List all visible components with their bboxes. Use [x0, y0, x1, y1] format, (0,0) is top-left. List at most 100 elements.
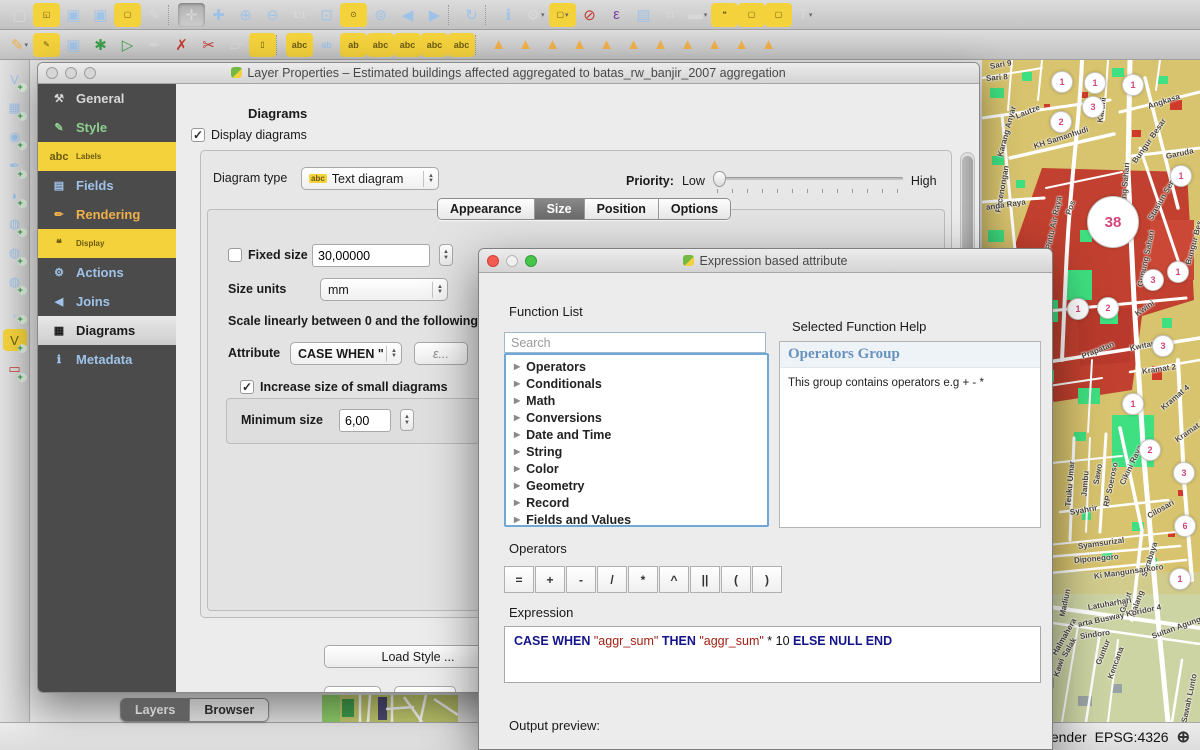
add-postgis-layer[interactable]: ◉ — [3, 126, 27, 148]
minimum-size-input[interactable] — [339, 409, 391, 432]
add-raster-layer[interactable]: ▦ — [3, 97, 27, 119]
zoom-in[interactable]: ⊕ — [232, 3, 259, 27]
field-calculator[interactable]: ε — [603, 3, 630, 27]
chevron-right-icon[interactable]: ▶ — [514, 447, 520, 456]
size-units-dropdown[interactable]: mm ▲▼ — [320, 278, 448, 301]
new-shapefile-layer[interactable]: V — [3, 329, 27, 351]
zoom-to-layer[interactable]: ⊚ — [367, 3, 394, 27]
diagram-tab[interactable]: Options — [659, 199, 730, 219]
open-project[interactable]: ◱ — [33, 3, 60, 27]
toolbar-button[interactable] — [276, 35, 286, 55]
inasafe-keywords[interactable]: ▲ — [512, 33, 539, 57]
attribute-table[interactable]: ▤ — [630, 3, 657, 27]
new-project[interactable]: ▢ — [6, 3, 33, 27]
priority-slider[interactable] — [713, 171, 903, 191]
remove-layer[interactable]: ▭ — [3, 358, 27, 380]
chevron-right-icon[interactable]: ▶ — [514, 498, 520, 507]
chevron-right-icon[interactable]: ▶ — [514, 413, 520, 422]
tab-browser[interactable]: Browser — [190, 699, 268, 721]
toolbar-button[interactable] — [485, 5, 495, 25]
expression-builder-button[interactable]: ε... — [414, 342, 468, 365]
lp-titlebar[interactable]: Layer Properties – Estimated buildings a… — [38, 63, 979, 84]
copy-features[interactable]: ▱ — [222, 33, 249, 57]
operator-button[interactable]: ^ — [659, 566, 689, 593]
composer-manager[interactable]: ✎ — [141, 3, 168, 27]
pan-map[interactable]: ✛ — [178, 3, 205, 27]
add-vector-layer[interactable]: V — [3, 68, 27, 90]
slider-thumb[interactable] — [713, 171, 726, 187]
operator-button[interactable]: + — [535, 566, 565, 593]
chevron-right-icon[interactable]: ▶ — [514, 515, 520, 524]
display-diagrams-checkbox[interactable]: ✓ — [191, 128, 205, 142]
label-change[interactable]: abc — [448, 33, 475, 57]
function-group[interactable]: ▶ Fields and Values — [506, 511, 767, 527]
function-group[interactable]: ▶ Math — [506, 392, 767, 409]
refresh-map[interactable]: ↻ — [458, 3, 485, 27]
current-edits[interactable]: ✎ — [6, 33, 33, 57]
function-group[interactable]: ▶ Conditionals — [506, 375, 767, 392]
sidebar-item[interactable]: ⚙ Actions — [38, 258, 176, 287]
new-bookmark[interactable]: ▢ — [738, 3, 765, 27]
sidebar-item[interactable]: ✏ Rendering — [38, 200, 176, 229]
delete-selected[interactable]: ✗ — [168, 33, 195, 57]
node-tool[interactable]: ✒ — [141, 33, 168, 57]
diagram-tab[interactable]: Position — [585, 199, 659, 219]
add-wfs-layer[interactable]: ◍ — [3, 271, 27, 293]
operator-button[interactable]: ( — [721, 566, 751, 593]
identify-features[interactable]: ℹ — [495, 3, 522, 27]
zoom-next[interactable]: ▶ — [421, 3, 448, 27]
text-annotation[interactable]: T — [792, 3, 819, 27]
operator-button[interactable]: * — [628, 566, 658, 593]
search-input[interactable] — [504, 332, 766, 353]
zoom-out[interactable]: ⊖ — [259, 3, 286, 27]
add-delimited-text-layer[interactable]: , — [3, 300, 27, 322]
map-canvas-sliver[interactable] — [322, 695, 458, 722]
operator-button[interactable]: - — [566, 566, 596, 593]
diagram-tab[interactable]: Appearance — [438, 199, 535, 219]
function-group[interactable]: ▶ Date and Time — [506, 426, 767, 443]
function-group[interactable]: ▶ Record — [506, 494, 767, 511]
minimum-size-stepper[interactable]: ▲▼ — [400, 409, 414, 431]
chevron-right-icon[interactable]: ▶ — [514, 464, 520, 473]
measure[interactable]: ▬ — [684, 3, 711, 27]
label-move[interactable]: abc — [394, 33, 421, 57]
sidebar-item[interactable]: ❝ Display — [38, 229, 176, 258]
inasafe-tools[interactable]: ▲ — [755, 33, 782, 57]
operator-button[interactable]: ) — [752, 566, 782, 593]
sidebar-item[interactable]: ✎ Style — [38, 113, 176, 142]
inasafe-user[interactable]: ▲ — [620, 33, 647, 57]
diagram-tab[interactable]: Size — [535, 199, 585, 219]
label-diagram[interactable]: ab — [313, 33, 340, 57]
add-wms-layer[interactable]: ◍ — [3, 213, 27, 235]
function-group[interactable]: ▶ Color — [506, 460, 767, 477]
tab-layers[interactable]: Layers — [121, 699, 190, 721]
statistical-summary[interactable]: ⌗ — [657, 3, 684, 27]
zoom-to-selection[interactable]: ⊙ — [340, 3, 367, 27]
function-group[interactable]: ▶ Conversions — [506, 409, 767, 426]
label-properties[interactable]: abc — [286, 33, 313, 57]
move-feature[interactable]: ▷ — [114, 33, 141, 57]
inasafe-options[interactable]: ▲ — [566, 33, 593, 57]
sidebar-item[interactable]: ▦ Diagrams — [38, 316, 176, 345]
add-mssql-layer[interactable]: ◗ — [3, 184, 27, 206]
inasafe-dock[interactable]: ▲ — [485, 33, 512, 57]
operator-button[interactable]: / — [597, 566, 627, 593]
sidebar-item[interactable]: ℹ Metadata — [38, 345, 176, 374]
save-project-as[interactable]: ▣ — [87, 3, 114, 27]
inasafe-converter[interactable]: ▲ — [647, 33, 674, 57]
map-tips[interactable]: ❝ — [711, 3, 738, 27]
crs-status[interactable]: EPSG:4326 — [1095, 729, 1169, 745]
add-spatialite-layer[interactable]: ✒ — [3, 155, 27, 177]
increase-size-checkbox[interactable]: ✓ — [240, 380, 254, 394]
save-project[interactable]: ▣ — [60, 3, 87, 27]
select-features[interactable]: ▢ — [549, 3, 576, 27]
zoom-full[interactable]: ⊡ — [313, 3, 340, 27]
sidebar-item[interactable]: abc Labels — [38, 142, 176, 171]
toolbar-button[interactable] — [475, 35, 485, 55]
toolbar-button[interactable] — [448, 5, 458, 25]
function-group[interactable]: ▶ Geometry — [506, 477, 767, 494]
add-feature[interactable]: ✱ — [87, 33, 114, 57]
toolbar-button[interactable] — [168, 5, 178, 25]
label-pin[interactable]: ab — [340, 33, 367, 57]
chevron-right-icon[interactable]: ▶ — [514, 396, 520, 405]
